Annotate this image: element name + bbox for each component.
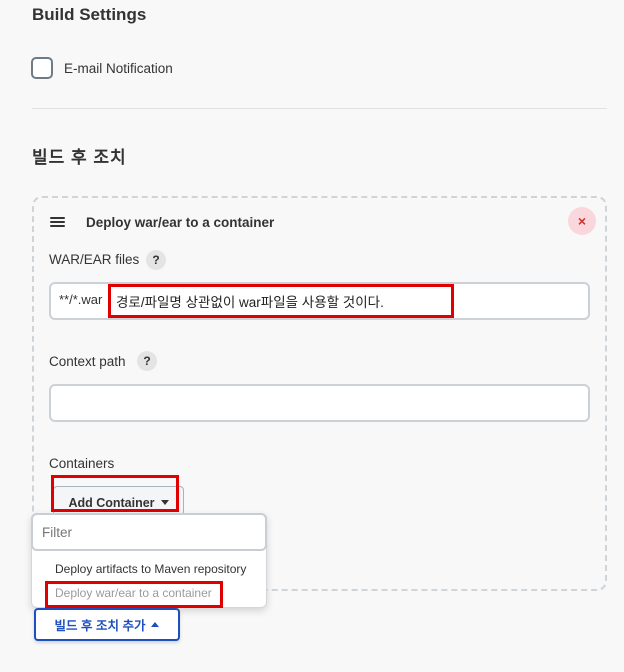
build-settings-heading: Build Settings — [32, 5, 147, 24]
add-post-build-action-label: 빌드 후 조치 추가 — [54, 619, 146, 633]
context-path-help-icon[interactable]: ? — [137, 351, 157, 371]
page: Build Settings E-mail Notification 빌드 후 … — [0, 0, 624, 672]
war-files-label: WAR/EAR files — [49, 252, 140, 267]
containers-label: Containers — [49, 456, 115, 471]
annotation-box-deploy-war — [45, 581, 223, 608]
annotation-box-add-container — [51, 475, 179, 512]
post-build-heading: 빌드 후 조치 — [32, 148, 127, 167]
filter-input[interactable]: Filter — [31, 513, 267, 551]
section-divider — [32, 108, 607, 109]
war-files-help-icon[interactable]: ? — [146, 250, 166, 270]
add-post-build-action-button[interactable]: 빌드 후 조치 추가 — [34, 608, 180, 641]
deploy-card-title: Deploy war/ear to a container — [86, 215, 275, 230]
drag-handle-icon[interactable] — [50, 217, 65, 228]
email-notification-checkbox[interactable] — [31, 57, 53, 79]
caret-up-icon — [151, 622, 160, 627]
close-icon[interactable]: × — [568, 207, 596, 235]
context-path-label: Context path — [49, 354, 126, 369]
context-path-input[interactable] — [49, 384, 590, 422]
email-notification-label[interactable]: E-mail Notification — [64, 61, 173, 76]
dropdown-item-maven[interactable]: Deploy artifacts to Maven repository — [55, 562, 246, 576]
annotation-note: 경로/파일명 상관없이 war파일을 사용할 것이다. — [116, 295, 384, 310]
email-notification-row[interactable]: E-mail Notification — [31, 57, 173, 79]
war-files-input-value: **/*.war — [59, 292, 103, 307]
filter-placeholder: Filter — [42, 524, 72, 540]
